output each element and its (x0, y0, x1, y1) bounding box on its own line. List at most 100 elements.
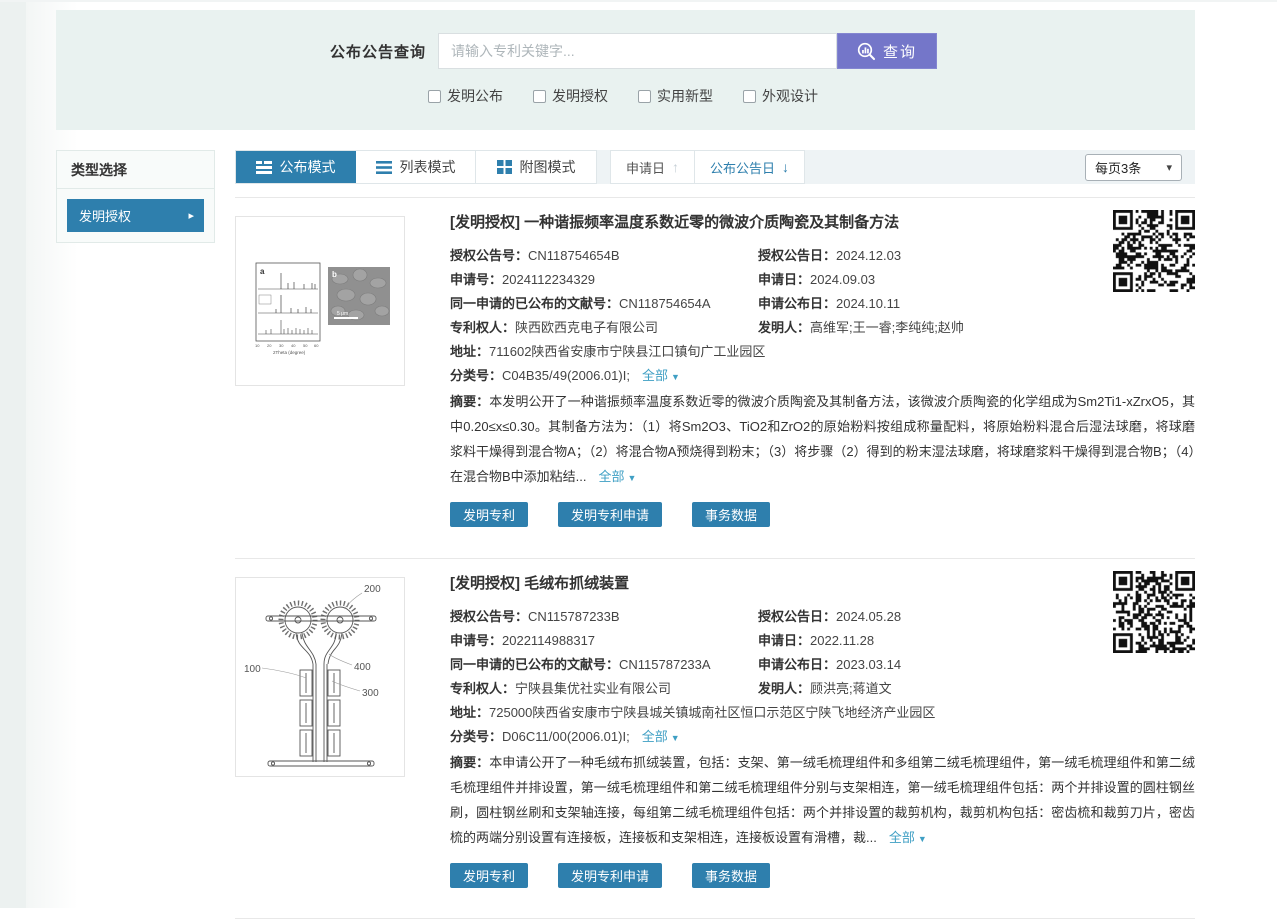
search-button[interactable]: 查询 (837, 33, 937, 69)
patent-fields: 授权公告号：CN118754654B 授权公告日：2024.12.03 申请号：… (450, 244, 1195, 340)
sort-label: 公布公告日 (710, 158, 775, 177)
expand-classification-link[interactable]: 全部▼ (642, 368, 680, 383)
patent-type-badge: [发明授权] (450, 214, 520, 231)
checkbox-label: 外观设计 (762, 86, 818, 106)
sidebar-title: 类型选择 (57, 151, 214, 189)
svg-text:5 μm: 5 μm (337, 311, 348, 317)
field-label: 地址： (450, 344, 489, 359)
invention-application-button[interactable]: 发明专利申请 (558, 863, 662, 888)
checkbox-box (428, 90, 441, 103)
field-value: 陕西欧西克电子有限公司 (515, 320, 658, 335)
expand-classification-link[interactable]: 全部▼ (642, 729, 680, 744)
caret-down-icon: ▼ (671, 733, 680, 743)
patent-title-text: 毛绒布抓绒装置 (524, 575, 629, 592)
field-value: C04B35/49(2006.01)I; (502, 368, 630, 383)
patent-thumbnail[interactable]: a (235, 216, 405, 386)
checkbox-label: 实用新型 (657, 86, 713, 106)
field-value: 2024.09.03 (810, 272, 875, 287)
field-label: 授权公告日： (758, 248, 836, 263)
invention-patent-button[interactable]: 发明专利 (450, 863, 528, 888)
field-label: 同一申请的已公布的文献号： (450, 657, 619, 672)
patent-title[interactable]: [发明授权] 毛绒布抓绒装置 (450, 574, 1195, 594)
field-value: 顾洪亮;蒋道文 (810, 681, 892, 696)
patent-card: 200 100 400 300 [发明授权] 毛绒布抓绒装置 授权公告号：CN1… (235, 558, 1195, 906)
tab-publish-mode[interactable]: 公布模式 (236, 151, 356, 183)
page-content: 公布公告查询 查询 发明公布 (56, 10, 1195, 919)
more-label: 全部 (889, 830, 915, 845)
patent-type-filters: 发明公布 发明授权 实用新型 外观设计 (56, 86, 1195, 106)
more-label: 全部 (642, 729, 668, 744)
search-panel: 公布公告查询 查询 发明公布 (56, 10, 1195, 130)
patent-classification-row: 分类号：D06C11/00(2006.01)I;全部▼ (450, 725, 1195, 750)
field-label: 申请号： (450, 633, 502, 648)
patent-abstract: 摘要：本申请公开了一种毛绒布抓绒装置，包括：支架、第一绒毛梳理组件和多组第二绒毛… (450, 750, 1195, 852)
checkbox-utility-model[interactable]: 实用新型 (638, 86, 713, 106)
checkbox-design[interactable]: 外观设计 (743, 86, 818, 106)
patent-title[interactable]: [发明授权] 一种谐振频率温度系数近零的微波介质陶瓷及其制备方法 (450, 213, 1195, 233)
field-label: 申请日： (758, 633, 810, 648)
patent-action-buttons: 发明专利 发明专利申请 事务数据 (450, 863, 1195, 888)
arrow-up-icon: ↑ (672, 159, 679, 175)
checkbox-box (743, 90, 756, 103)
field-label: 授权公告号： (450, 609, 528, 624)
field-label: 发明人： (758, 681, 810, 696)
svg-text:20: 20 (267, 343, 272, 348)
field-label: 摘要： (450, 755, 489, 770)
checkbox-label: 发明授权 (552, 86, 608, 106)
svg-text:2Theta (degree): 2Theta (degree) (273, 350, 306, 355)
field-label: 申请公布日： (758, 657, 836, 672)
field-value: 2024.12.03 (836, 248, 901, 263)
field-value: CN118754654A (619, 296, 711, 311)
transaction-data-button[interactable]: 事务数据 (692, 502, 770, 527)
expand-abstract-link[interactable]: 全部▼ (889, 830, 927, 845)
more-label: 全部 (642, 368, 668, 383)
sort-by-publication-date[interactable]: 公布公告日 ↓ (695, 151, 804, 183)
field-value: 宁陕县集优社实业有限公司 (515, 681, 671, 696)
sort-controls: 申请日 ↑ 公布公告日 ↓ (610, 150, 805, 184)
field-value: 725000陕西省安康市宁陕县城关镇城南社区恒口示范区宁陕飞地经济产业园区 (489, 705, 935, 720)
page-size-value: 每页3条 (1095, 158, 1141, 177)
field-label: 授权公告日： (758, 609, 836, 624)
sidebar-item-invention-grant[interactable]: 发明授权 ▸ (67, 199, 204, 232)
field-label: 分类号： (450, 729, 502, 744)
qr-code (1113, 571, 1195, 653)
caret-down-icon: ▼ (628, 473, 637, 483)
field-label: 地址： (450, 705, 489, 720)
page-left-gutter (0, 2, 26, 908)
magnifier-chart-icon (857, 42, 876, 61)
svg-text:400: 400 (354, 662, 371, 673)
patent-address-row: 地址：725000陕西省安康市宁陕县城关镇城南社区恒口示范区宁陕飞地经济产业园区 (450, 701, 1195, 725)
checkbox-invention-grant[interactable]: 发明授权 (533, 86, 608, 106)
page-size-select[interactable]: 每页3条 ▾ (1085, 154, 1182, 181)
invention-patent-button[interactable]: 发明专利 (450, 502, 528, 527)
svg-text:30: 30 (279, 343, 284, 348)
checkbox-invention-publication[interactable]: 发明公布 (428, 86, 503, 106)
xrd-sem-figure: a (236, 217, 404, 385)
abstract-text: 本发明公开了一种谐振频率温度系数近零的微波介质陶瓷及其制备方法，该微波介质陶瓷的… (450, 394, 1195, 484)
patent-abstract: 摘要：本发明公开了一种谐振频率温度系数近零的微波介质陶瓷及其制备方法，该微波介质… (450, 389, 1195, 491)
field-label: 摘要： (450, 394, 489, 409)
patent-thumbnail[interactable]: 200 100 400 300 (235, 577, 405, 777)
field-value: 2022.11.28 (810, 633, 874, 648)
search-input[interactable] (438, 33, 837, 69)
field-label: 分类号： (450, 368, 502, 383)
invention-application-button[interactable]: 发明专利申请 (558, 502, 662, 527)
device-drawing-figure: 200 100 400 300 (236, 578, 404, 776)
tab-figure-mode[interactable]: 附图模式 (476, 151, 596, 183)
search-label: 公布公告查询 (330, 41, 426, 62)
field-label: 授权公告号： (450, 248, 528, 263)
patent-detail: [发明授权] 一种谐振频率温度系数近零的微波介质陶瓷及其制备方法 授权公告号：C… (450, 210, 1195, 527)
tab-list-mode[interactable]: 列表模式 (356, 151, 476, 183)
sort-by-application-date[interactable]: 申请日 ↑ (611, 151, 695, 183)
field-label: 申请公布日： (758, 296, 836, 311)
transaction-data-button[interactable]: 事务数据 (692, 863, 770, 888)
field-label: 申请号： (450, 272, 502, 287)
field-value: 2024.05.28 (836, 609, 901, 624)
patent-address-row: 地址：711602陕西省安康市宁陕县江口镇旬广工业园区 (450, 340, 1195, 364)
expand-abstract-link[interactable]: 全部▼ (599, 469, 637, 484)
search-button-label: 查询 (883, 41, 917, 62)
svg-text:a: a (260, 267, 265, 276)
field-value: 2024112234329 (502, 272, 595, 287)
patent-title-text: 一种谐振频率温度系数近零的微波介质陶瓷及其制备方法 (524, 214, 899, 231)
caret-down-icon: ▼ (918, 834, 927, 844)
